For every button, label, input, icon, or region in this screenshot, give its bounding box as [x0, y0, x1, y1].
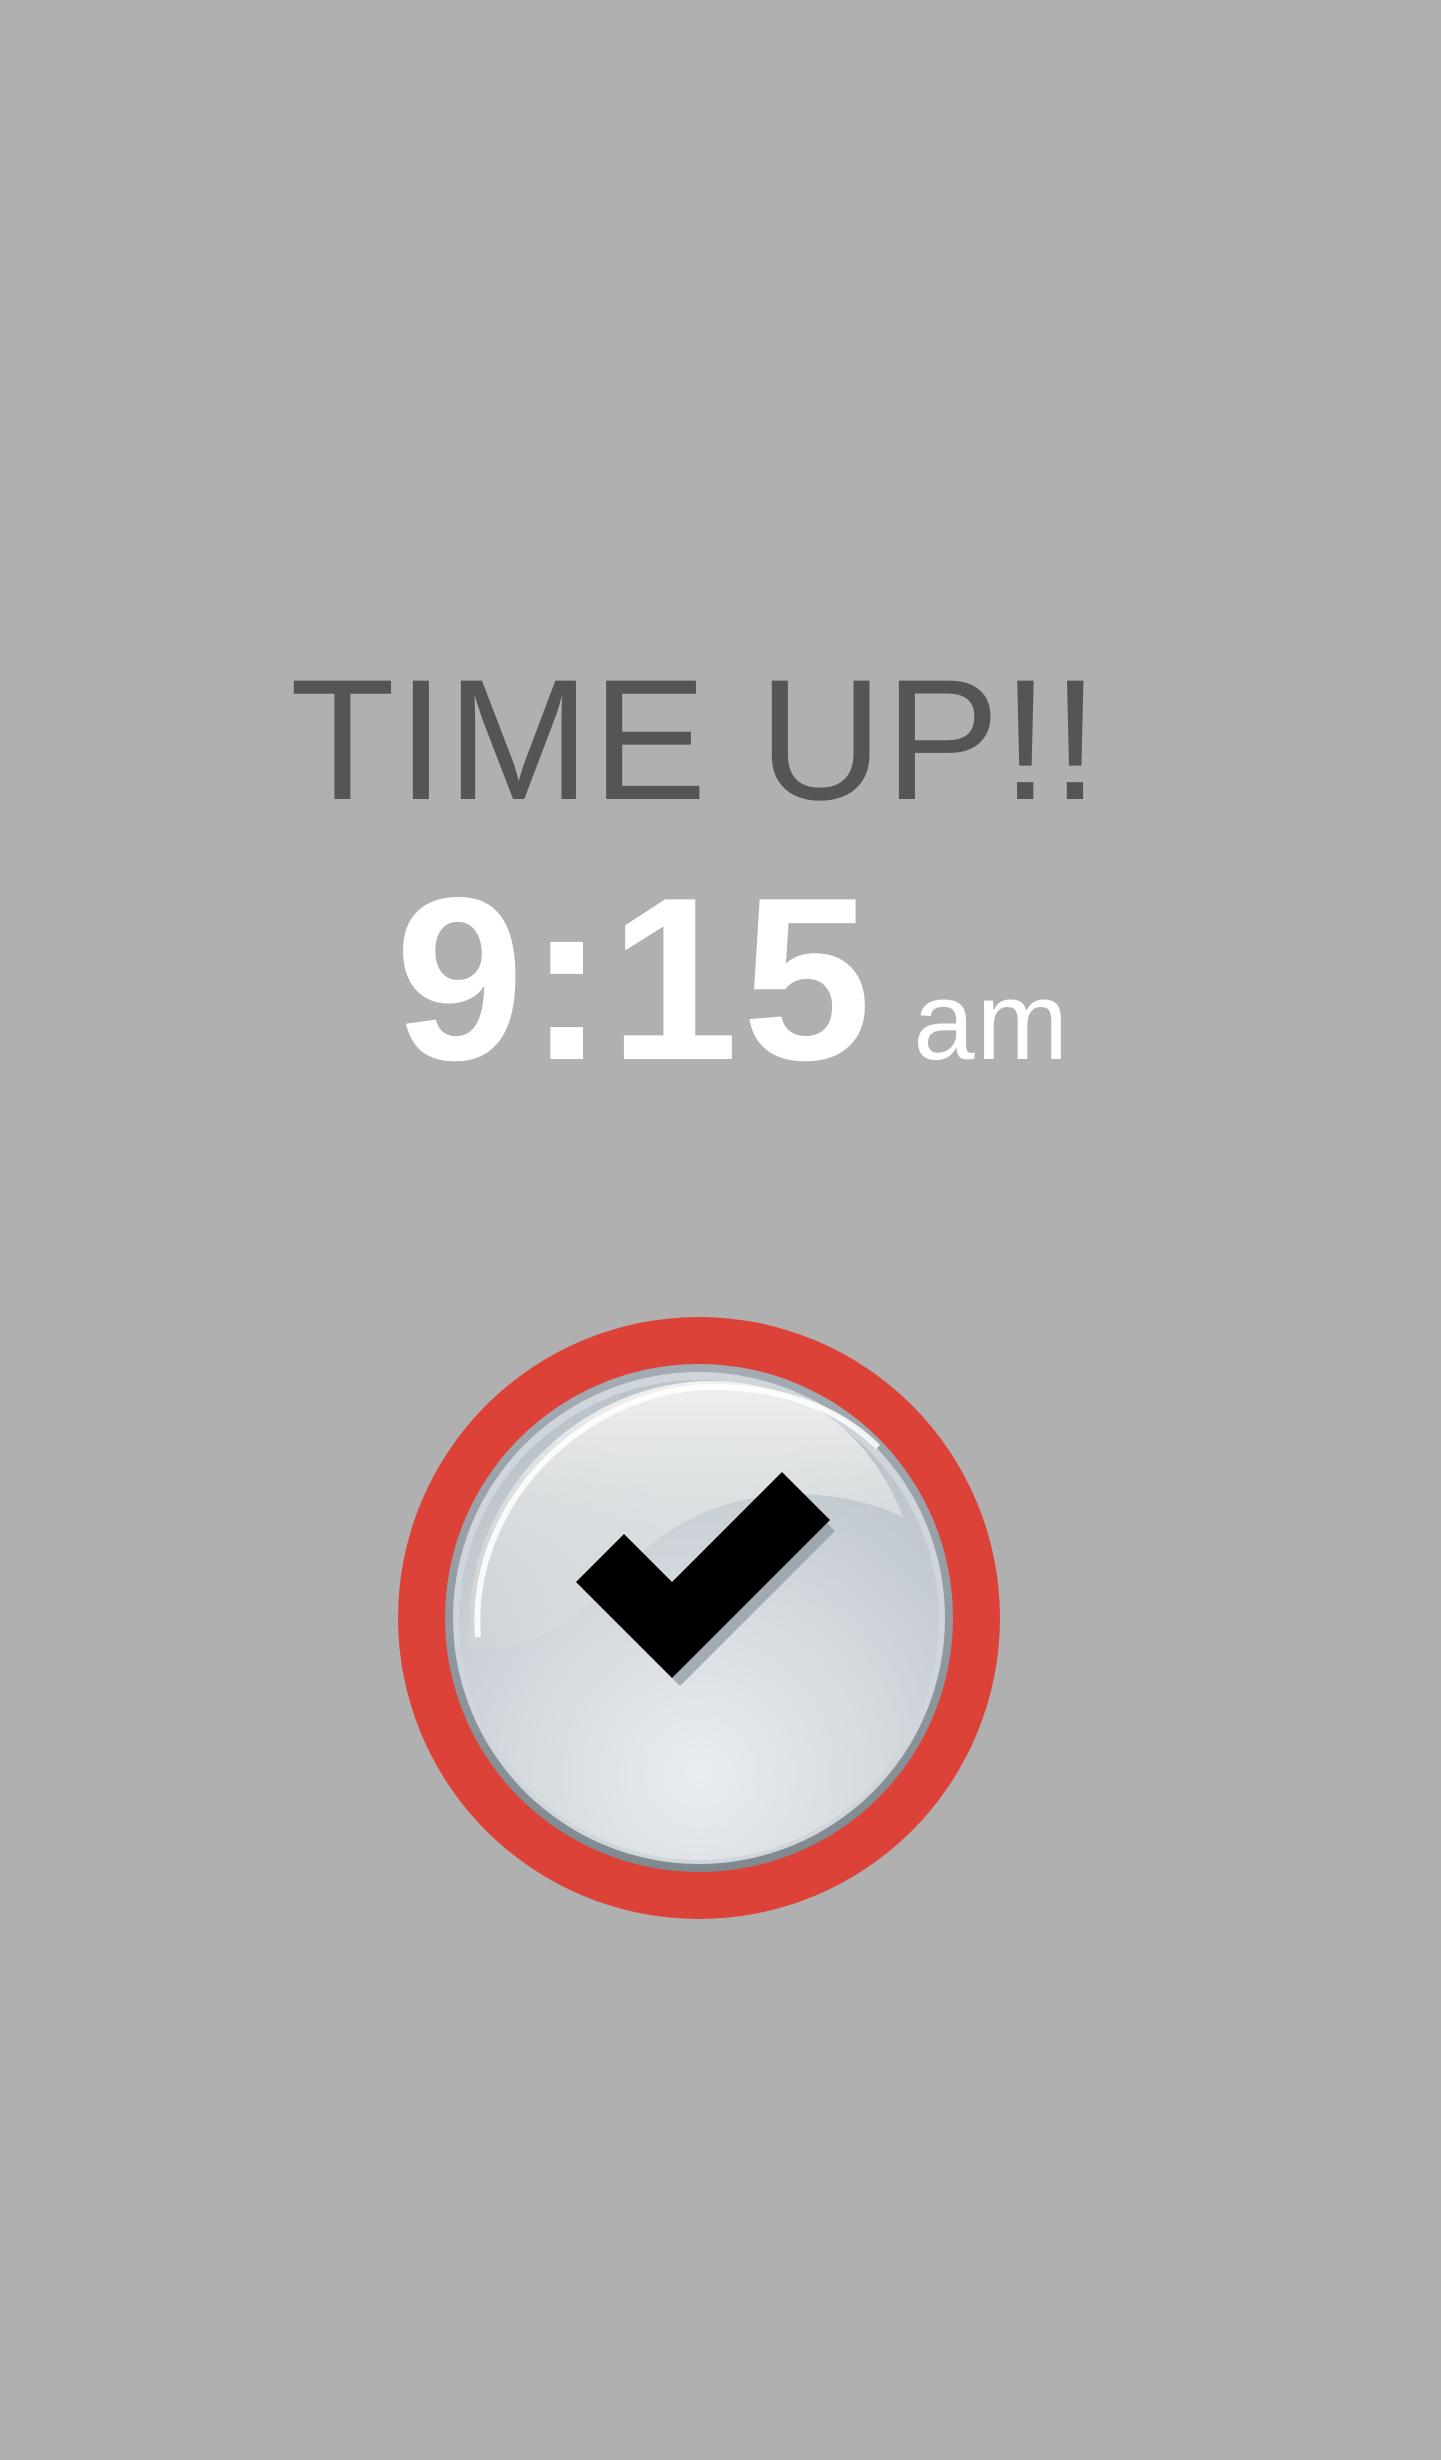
confirm-button-graphic [398, 1317, 1000, 1919]
dismiss-alarm-button[interactable] [398, 1317, 1000, 1919]
alarm-time-period: am [913, 960, 1071, 1083]
alarm-time-display: 9:15 am [395, 864, 1071, 1096]
alarm-screen: TIME UP!! 9:15 am [0, 0, 1441, 2460]
alarm-title: TIME UP!! [289, 644, 1102, 836]
alarm-time: 9:15 [395, 850, 876, 1109]
